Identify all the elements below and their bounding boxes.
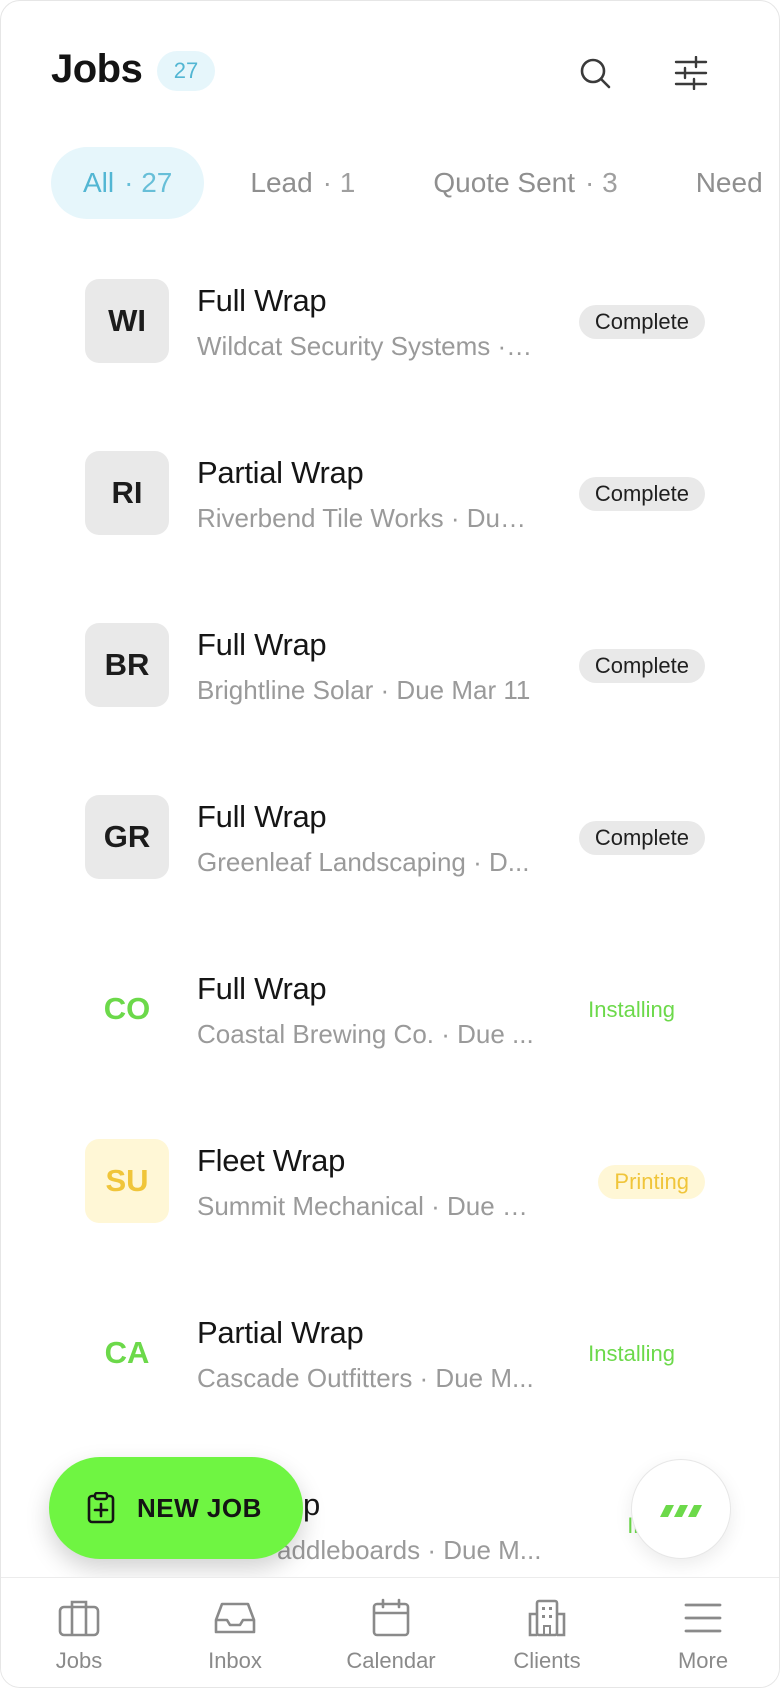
- tab-count: · 27: [124, 167, 173, 198]
- menu-icon: [684, 1603, 722, 1633]
- job-title: Full Wrap: [197, 627, 327, 662]
- jobs-count-badge: 27: [157, 51, 215, 91]
- nav-label: Inbox: [208, 1648, 262, 1673]
- nav-calendar[interactable]: Calendar: [313, 1578, 469, 1687]
- search-icon: [580, 58, 611, 89]
- client-avatar: GR: [85, 795, 169, 879]
- nav-clients[interactable]: Clients: [469, 1578, 625, 1687]
- status-badge: Complete: [578, 305, 705, 339]
- status-badge: Complete: [578, 821, 705, 855]
- sliders-icon: [674, 56, 708, 90]
- filter-button[interactable]: [663, 45, 719, 101]
- status-badge: Installing: [588, 1341, 675, 1366]
- job-subtitle: Greenleaf Landscaping · D...: [197, 847, 530, 877]
- header: Jobs 27: [1, 1, 779, 141]
- nav-more[interactable]: More: [625, 1578, 779, 1687]
- nav-label: More: [677, 1648, 729, 1673]
- inbox-icon: [214, 1602, 256, 1634]
- assistant-button[interactable]: [631, 1459, 731, 1559]
- client-avatar: RI: [85, 451, 169, 535]
- building-icon: [528, 1599, 566, 1637]
- job-row[interactable]: WI Full Wrap Wildcat Security Systems · …: [85, 259, 705, 431]
- job-title: Full Wrap: [197, 799, 327, 834]
- job-subtitle: Brightline Solar · Due Mar 11: [197, 675, 531, 705]
- new-job-button[interactable]: NEW JOB: [49, 1457, 303, 1559]
- job-title: Full Wrap: [197, 971, 327, 1006]
- tab-quote-sent[interactable]: Quote Sent · 3: [401, 147, 649, 219]
- new-job-label: NEW JOB: [137, 1492, 262, 1523]
- status-badge: Printing: [598, 1165, 705, 1199]
- job-title: Fleet Wrap: [197, 1143, 346, 1178]
- job-row[interactable]: SU Fleet Wrap Summit Mechanical · Due Ma…: [85, 1119, 705, 1291]
- job-row[interactable]: CO Full Wrap Coastal Brewing Co. · Due .…: [85, 947, 705, 1119]
- job-subtitle: addleboards · Due M...: [277, 1535, 542, 1565]
- job-subtitle: Summit Mechanical · Due Ma...: [197, 1191, 537, 1221]
- job-row[interactable]: CA Partial Wrap Cascade Outfitters · Due…: [85, 1291, 705, 1463]
- page-title: Jobs: [51, 47, 143, 91]
- job-row[interactable]: BR Full Wrap Brightline Solar · Due Mar …: [85, 603, 705, 775]
- tab-lead[interactable]: Lead · 1: [218, 147, 387, 219]
- client-avatar: CA: [104, 1335, 150, 1370]
- tab-label: Lead: [250, 167, 313, 198]
- tab-label: Need: [695, 167, 763, 198]
- status-badge: Complete: [578, 649, 705, 683]
- job-subtitle: Riverbend Tile Works · Due ...: [197, 503, 537, 533]
- status-tabs: All · 27 Lead · 1 Quote Sent · 3 Need: [51, 147, 779, 219]
- job-title: Partial Wrap: [197, 455, 364, 490]
- bottom-nav: Jobs Inbox Calendar Clients More: [1, 1577, 779, 1687]
- tab-need[interactable]: Need: [664, 147, 779, 219]
- job-row[interactable]: RI Partial Wrap Riverbend Tile Works · D…: [85, 431, 705, 603]
- app-frame: Jobs 27 All · 27 Lead · 1 Quote Sent · 3…: [0, 0, 780, 1688]
- status-badge: Complete: [578, 477, 705, 511]
- nav-label: Calendar: [346, 1648, 436, 1673]
- job-title: Full Wrap: [197, 283, 327, 318]
- job-row[interactable]: GR Full Wrap Greenleaf Landscaping · D..…: [85, 775, 705, 947]
- tab-all[interactable]: All · 27: [51, 147, 205, 219]
- job-title: p: [303, 1487, 320, 1522]
- status-badge: Installing: [588, 997, 675, 1022]
- job-list: WI Full Wrap Wildcat Security Systems · …: [85, 259, 705, 1635]
- calendar-icon: [372, 1598, 410, 1637]
- client-avatar: WI: [85, 279, 169, 363]
- stripes-logo-icon: [660, 1505, 702, 1517]
- briefcase-icon: [58, 1600, 100, 1637]
- job-subtitle: Coastal Brewing Co. · Due ...: [197, 1019, 534, 1049]
- search-button[interactable]: [567, 45, 623, 101]
- nav-jobs[interactable]: Jobs: [1, 1578, 157, 1687]
- job-subtitle: Cascade Outfitters · Due M...: [197, 1363, 534, 1393]
- job-title: Partial Wrap: [197, 1315, 364, 1350]
- tab-label: Quote Sent: [433, 167, 576, 198]
- tab-count: · 1: [322, 167, 356, 198]
- client-avatar: CO: [103, 991, 151, 1026]
- client-avatar: BR: [85, 623, 169, 707]
- nav-label: Jobs: [55, 1648, 103, 1673]
- nav-label: Clients: [513, 1648, 581, 1673]
- job-subtitle: Wildcat Security Systems · Due ...: [197, 331, 537, 361]
- nav-inbox[interactable]: Inbox: [157, 1578, 313, 1687]
- tab-label: All: [83, 167, 115, 198]
- tab-count: · 3: [585, 167, 618, 198]
- client-avatar: SU: [85, 1139, 169, 1223]
- clipboard-plus-icon: [87, 1492, 115, 1524]
